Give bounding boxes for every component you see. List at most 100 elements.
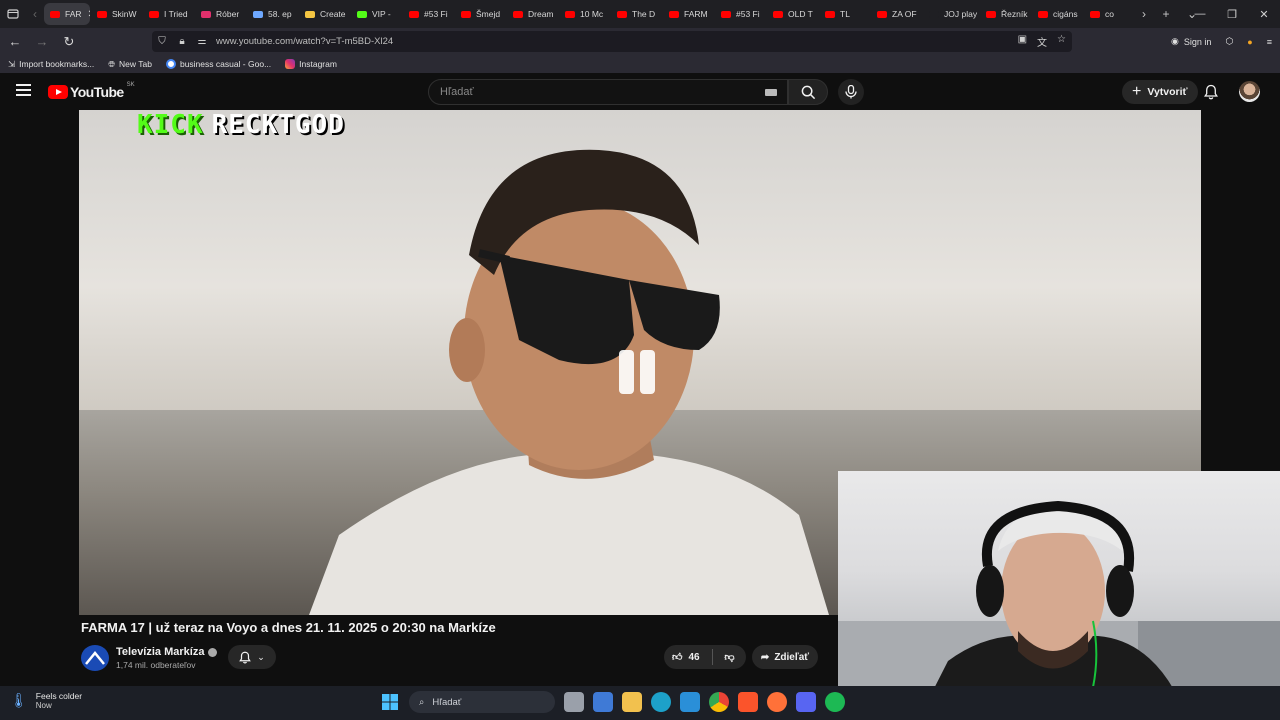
url-text[interactable]: www.youtube.com/watch?v=T-m5BD-Xl24 <box>216 36 393 47</box>
sign-in-button[interactable]: ◉ Sign in <box>1171 36 1211 47</box>
subscribed-notifications-button[interactable]: ⌄ <box>228 645 276 669</box>
browser-tab[interactable]: #53 Fi <box>715 3 766 25</box>
youtube-logo[interactable]: YouTube SK <box>48 82 135 100</box>
reader-view-icon[interactable]: ▣ <box>1018 34 1027 49</box>
discord-icon[interactable] <box>796 692 816 712</box>
edge-icon[interactable] <box>651 692 671 712</box>
brave-icon[interactable] <box>738 692 758 712</box>
lock-icon[interactable]: 🔒︎ <box>172 36 192 47</box>
browser-tab[interactable]: #53 Fi <box>403 3 454 25</box>
photos-icon[interactable] <box>680 692 700 712</box>
minimize-icon[interactable]: — <box>1184 8 1216 20</box>
translate-icon[interactable]: 文 <box>1037 34 1047 49</box>
webcam-overlay <box>838 471 1280 720</box>
browser-tab[interactable]: 58. ep <box>247 3 298 25</box>
taskbar-search[interactable]: ⌕ Hľadať <box>409 691 555 713</box>
tab-overview-icon[interactable] <box>0 0 26 28</box>
tab-label: 58. ep <box>268 9 292 19</box>
browser-tab[interactable]: ZA OF <box>871 3 922 25</box>
like-button[interactable]: 👍︎ 46 <box>664 651 712 664</box>
tab-favicon-icon <box>877 10 887 18</box>
browser-tab[interactable]: cigáns <box>1032 3 1083 25</box>
weather-widget[interactable]: 🌡︎ Feels colder Now <box>10 691 82 710</box>
share-label: Zdieľať <box>774 651 810 663</box>
youtube-wordmark: YouTube <box>70 84 124 100</box>
avatar[interactable] <box>1239 81 1260 102</box>
back-icon[interactable]: ← <box>3 34 27 49</box>
browser-tab[interactable]: co <box>1084 3 1135 25</box>
bookmarks-bar: ⇲ Import bookmarks... 🌐︎ New Tab business … <box>0 55 1280 73</box>
browser-tab[interactable]: SkinW <box>91 3 142 25</box>
browser-tab[interactable]: FARM <box>663 3 714 25</box>
notifications-bell-icon[interactable] <box>1200 81 1222 103</box>
address-bar[interactable]: ⛉ 🔒︎ ⚌ www.youtube.com/watch?v=T-m5BD-Xl… <box>152 31 1072 52</box>
file-explorer-icon[interactable] <box>622 692 642 712</box>
browser-tab[interactable]: Řezník <box>980 3 1031 25</box>
bookmark-new-tab[interactable]: 🌐︎ New Tab <box>108 59 152 70</box>
browser-tab[interactable]: 10 Mc <box>559 3 610 25</box>
reload-icon[interactable]: ↻ <box>57 34 81 50</box>
close-window-icon[interactable]: ✕ <box>1248 8 1280 21</box>
voice-search-button[interactable] <box>838 79 864 105</box>
browser-tab[interactable]: FAR ✕ <box>44 3 90 25</box>
browser-tab[interactable]: JOJ play <box>923 3 979 25</box>
forward-icon[interactable]: → <box>30 34 54 49</box>
keyboard-icon[interactable] <box>765 89 777 96</box>
create-button[interactable]: + Vytvoriť <box>1122 80 1198 104</box>
browser-tab[interactable]: I Tried <box>143 3 194 25</box>
bookmark-instagram[interactable]: Instagram <box>285 59 337 69</box>
profile-color-icon[interactable]: ● <box>1247 37 1252 47</box>
browser-tab[interactable]: Róber <box>195 3 246 25</box>
browser-tab[interactable]: The D <box>611 3 662 25</box>
tab-scroll-left-icon[interactable]: ‹ <box>26 0 44 28</box>
tab-favicon-icon <box>825 10 835 18</box>
video-title: FARMA 17 | už teraz na Voyo a dnes 21. 1… <box>81 620 496 635</box>
browser-tab[interactable]: OLD T <box>767 3 818 25</box>
spotify-icon[interactable] <box>825 692 845 712</box>
import-icon: ⇲ <box>8 58 16 69</box>
store-icon[interactable] <box>593 692 613 712</box>
tab-scroll-right-icon[interactable]: › <box>1135 0 1153 28</box>
new-tab-icon[interactable]: + <box>1153 0 1179 28</box>
restore-icon[interactable]: ❐ <box>1216 8 1248 21</box>
tab-label: JOJ play <box>944 9 978 19</box>
sign-in-label: Sign in <box>1183 36 1212 47</box>
permissions-icon[interactable]: ⚌ <box>192 36 212 47</box>
tab-label: #53 Fi <box>736 9 760 19</box>
browser-tab[interactable]: Create <box>299 3 350 25</box>
close-tab-icon[interactable]: ✕ <box>88 9 90 20</box>
search-button[interactable] <box>788 79 828 105</box>
windows-taskbar: 🌡︎ Feels colder Now ⌕ Hľadať <box>0 686 1280 720</box>
bookmark-import[interactable]: ⇲ Import bookmarks... <box>8 59 94 70</box>
bookmark-star-icon[interactable]: ☆ <box>1057 34 1066 49</box>
hamburger-menu-icon[interactable] <box>16 84 31 96</box>
menu-icon[interactable]: ≡ <box>1267 37 1272 47</box>
tab-favicon-icon <box>201 10 211 18</box>
taskbar-search-label: Hľadať <box>432 696 462 708</box>
dislike-button[interactable]: 👎︎ <box>713 651 746 663</box>
bookmark-business-casual[interactable]: business casual - Goo... <box>165 59 271 69</box>
tab-favicon-icon <box>50 10 60 18</box>
search-icon <box>801 85 815 99</box>
search-input[interactable]: Hľadať <box>428 79 788 105</box>
windows-start-icon[interactable] <box>380 692 400 712</box>
account-icon: ◉ <box>1171 36 1179 46</box>
youtube-header: YouTube SK Hľadať + Vytvoriť <box>0 73 1280 110</box>
tab-label: FAR <box>65 9 82 19</box>
country-code: SK <box>126 82 135 88</box>
browser-tab[interactable]: VIP - <box>351 3 402 25</box>
extensions-icon[interactable]: ⬡ <box>1225 36 1233 47</box>
share-button[interactable]: ➦ Zdieľať <box>752 645 818 669</box>
browser-tab[interactable]: Dream <box>507 3 558 25</box>
share-icon: ➦ <box>760 651 770 663</box>
tab-favicon-icon <box>929 10 939 18</box>
firefox-icon[interactable] <box>767 692 787 712</box>
browser-tab[interactable]: TL <box>819 3 870 25</box>
chrome-icon[interactable] <box>709 692 729 712</box>
shield-icon[interactable]: ⛉ <box>152 36 172 47</box>
browser-tab[interactable]: Šmejd <box>455 3 506 25</box>
channel-name[interactable]: Televízia Markíza <box>116 646 204 658</box>
task-view-icon[interactable] <box>564 692 584 712</box>
pause-icon[interactable] <box>619 350 655 394</box>
channel-avatar[interactable] <box>81 645 109 671</box>
